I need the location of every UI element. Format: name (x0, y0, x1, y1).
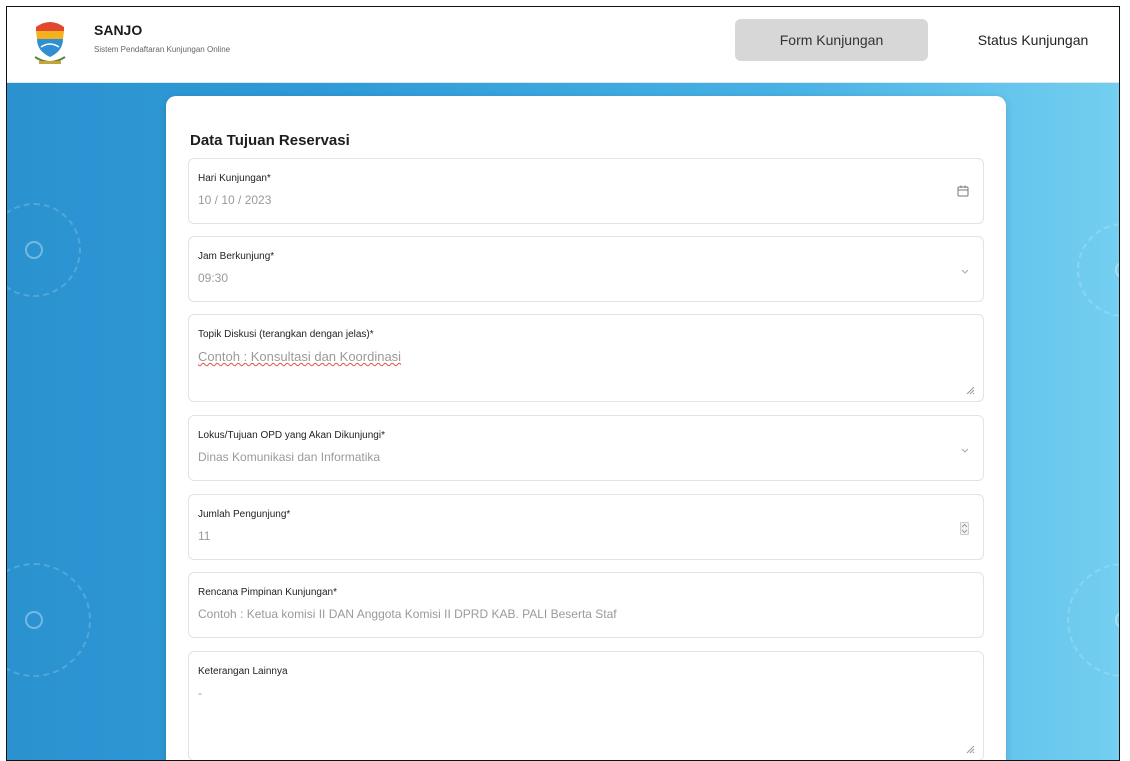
additional-notes-label: Keterangan Lainnya (198, 666, 288, 677)
chevron-down-icon[interactable] (961, 269, 969, 275)
discussion-topic-textarea[interactable]: Topik Diskusi (terangkan dengan jelas)* … (188, 314, 984, 402)
visitor-count-label: Jumlah Pengunjung* (198, 509, 291, 520)
visit-time-label: Jam Berkunjung* (198, 251, 275, 262)
app-subtitle: Sistem Pendaftaran Kunjungan Online (94, 45, 231, 54)
opd-destination-select[interactable]: Lokus/Tujuan OPD yang Akan Dikunjungi* D… (188, 415, 984, 481)
resize-handle-icon[interactable] (965, 385, 975, 395)
visit-time-value[interactable]: 09:30 (198, 271, 228, 285)
discussion-topic-placeholder[interactable]: Contoh : Konsultasi dan Koordinasi (198, 349, 401, 364)
number-stepper-icon[interactable] (960, 522, 969, 535)
opd-destination-value[interactable]: Dinas Komunikasi dan Informatika (198, 450, 380, 464)
header: SANJO Sistem Pendaftaran Kunjungan Onlin… (7, 7, 1119, 83)
visit-time-select[interactable]: Jam Berkunjung* 09:30 (188, 236, 984, 302)
resize-handle-icon[interactable] (965, 744, 975, 754)
reservation-form-card: Data Tujuan Reservasi Hari Kunjungan* 10… (166, 96, 1006, 760)
visit-date-value[interactable]: 10 / 10 / 2023 (198, 193, 271, 207)
additional-notes-textarea[interactable]: Keterangan Lainnya - (188, 651, 984, 760)
section-title: Data Tujuan Reservasi (190, 132, 350, 149)
visit-leader-label: Rencana Pimpinan Kunjungan* (198, 587, 337, 598)
additional-notes-value[interactable]: - (198, 686, 202, 700)
decorative-pattern (1077, 223, 1119, 317)
visitor-count-input[interactable]: Jumlah Pengunjung* 11 (188, 494, 984, 560)
nav-status-kunjungan[interactable]: Status Kunjungan (953, 19, 1113, 61)
visit-leader-input[interactable]: Rencana Pimpinan Kunjungan* Contoh : Ket… (188, 572, 984, 638)
discussion-topic-label: Topik Diskusi (terangkan dengan jelas)* (198, 329, 374, 340)
regency-emblem-logo (34, 22, 66, 64)
visit-date-label: Hari Kunjungan* (198, 173, 271, 184)
visit-leader-placeholder[interactable]: Contoh : Ketua komisi II DAN Anggota Kom… (198, 607, 617, 621)
opd-destination-label: Lokus/Tujuan OPD yang Akan Dikunjungi* (198, 430, 385, 441)
nav-form-kunjungan[interactable]: Form Kunjungan (735, 19, 928, 61)
calendar-icon[interactable] (957, 185, 969, 197)
app-window: SANJO Sistem Pendaftaran Kunjungan Onlin… (6, 6, 1120, 761)
chevron-down-icon[interactable] (961, 448, 969, 454)
decorative-pattern (7, 203, 81, 297)
decorative-pattern (7, 563, 91, 677)
app-title: SANJO (94, 22, 143, 38)
visit-date-field[interactable]: Hari Kunjungan* 10 / 10 / 2023 (188, 158, 984, 224)
decorative-pattern (1067, 563, 1119, 677)
visitor-count-value[interactable]: 11 (198, 529, 210, 543)
